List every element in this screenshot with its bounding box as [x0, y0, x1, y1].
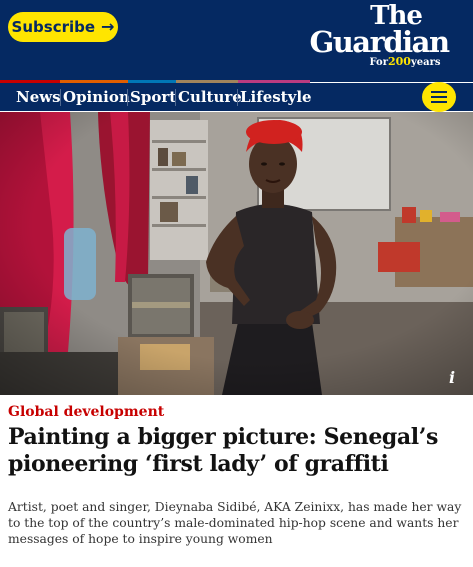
hamburger-menu-icon[interactable] — [422, 82, 456, 112]
nav-item-sport[interactable]: Sport — [130, 83, 176, 111]
article-standfirst: Artist, poet and singer, Dieynaba Sidibé… — [8, 500, 462, 546]
info-icon[interactable]: i — [443, 369, 461, 387]
pillar-nav: News Opinion Sport Culture Lifestyle — [0, 83, 473, 111]
masthead: Subscribe → The Guardian For200years — [0, 0, 473, 82]
nav-divider — [175, 89, 176, 106]
menu-bar — [431, 101, 447, 103]
hero-image[interactable]: i — [0, 112, 473, 395]
logo-tagline-suffix: years — [410, 57, 441, 68]
logo-tagline-prefix: For — [369, 57, 388, 68]
nav-item-news[interactable]: News — [16, 83, 61, 111]
hero-photo-illustration — [0, 112, 473, 395]
menu-bar — [431, 96, 447, 98]
logo-tagline-number: 200 — [387, 55, 411, 68]
nav-item-opinion[interactable]: Opinion — [63, 83, 130, 111]
nav-divider — [127, 89, 128, 106]
subscribe-label: Subscribe — [11, 18, 96, 36]
logo-line-guardian: Guardian — [309, 25, 450, 59]
arrow-right-icon: → — [101, 17, 115, 36]
section-kicker[interactable]: Global development — [8, 404, 164, 420]
menu-bar — [431, 91, 447, 93]
nav-divider — [60, 89, 61, 106]
nav-divider — [237, 89, 238, 106]
guardian-logo[interactable]: The Guardian For200years — [309, 3, 450, 69]
nav-item-lifestyle[interactable]: Lifestyle — [240, 83, 312, 111]
nav-item-culture[interactable]: Culture — [178, 83, 242, 111]
subscribe-button[interactable]: Subscribe → — [8, 12, 118, 42]
article-headline[interactable]: Painting a bigger picture: Senegal’s pio… — [8, 424, 468, 478]
